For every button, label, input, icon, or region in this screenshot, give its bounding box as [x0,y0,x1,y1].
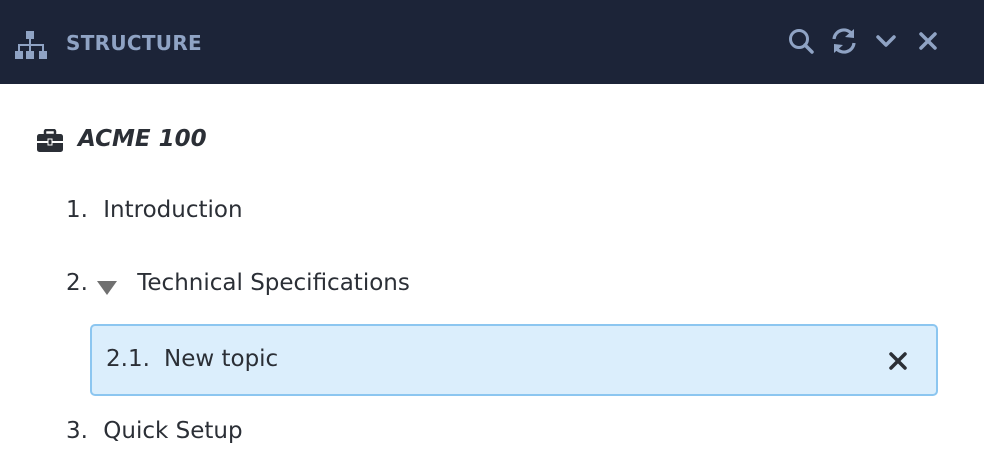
tree-item-new-topic[interactable]: 2.1. New topic [90,324,938,396]
remove-icon[interactable] [886,349,910,373]
tree-item-introduction[interactable]: 1. Introduction [66,197,243,223]
item-label: Technical Specifications [137,270,410,296]
briefcase-icon [36,128,64,157]
panel-header: STRUCTURE [0,0,984,84]
item-number: 2.1. [106,346,150,372]
item-label: New topic [164,346,279,372]
item-label: Quick Setup [103,418,243,444]
root-title[interactable]: ACME 100 [78,126,207,152]
item-label: Introduction [103,197,243,223]
item-number: 3. [66,418,88,444]
chevron-down-icon[interactable] [871,26,901,56]
caret-down-icon[interactable] [96,280,118,296]
tree-item-quick-setup[interactable]: 3. Quick Setup [66,418,243,444]
sitemap-icon [14,29,48,61]
search-icon[interactable] [786,26,816,56]
item-number: 2. [66,270,88,296]
item-number: 1. [66,197,88,223]
panel-title: STRUCTURE [66,31,203,55]
refresh-icon[interactable] [829,26,859,56]
close-icon[interactable] [913,26,943,56]
